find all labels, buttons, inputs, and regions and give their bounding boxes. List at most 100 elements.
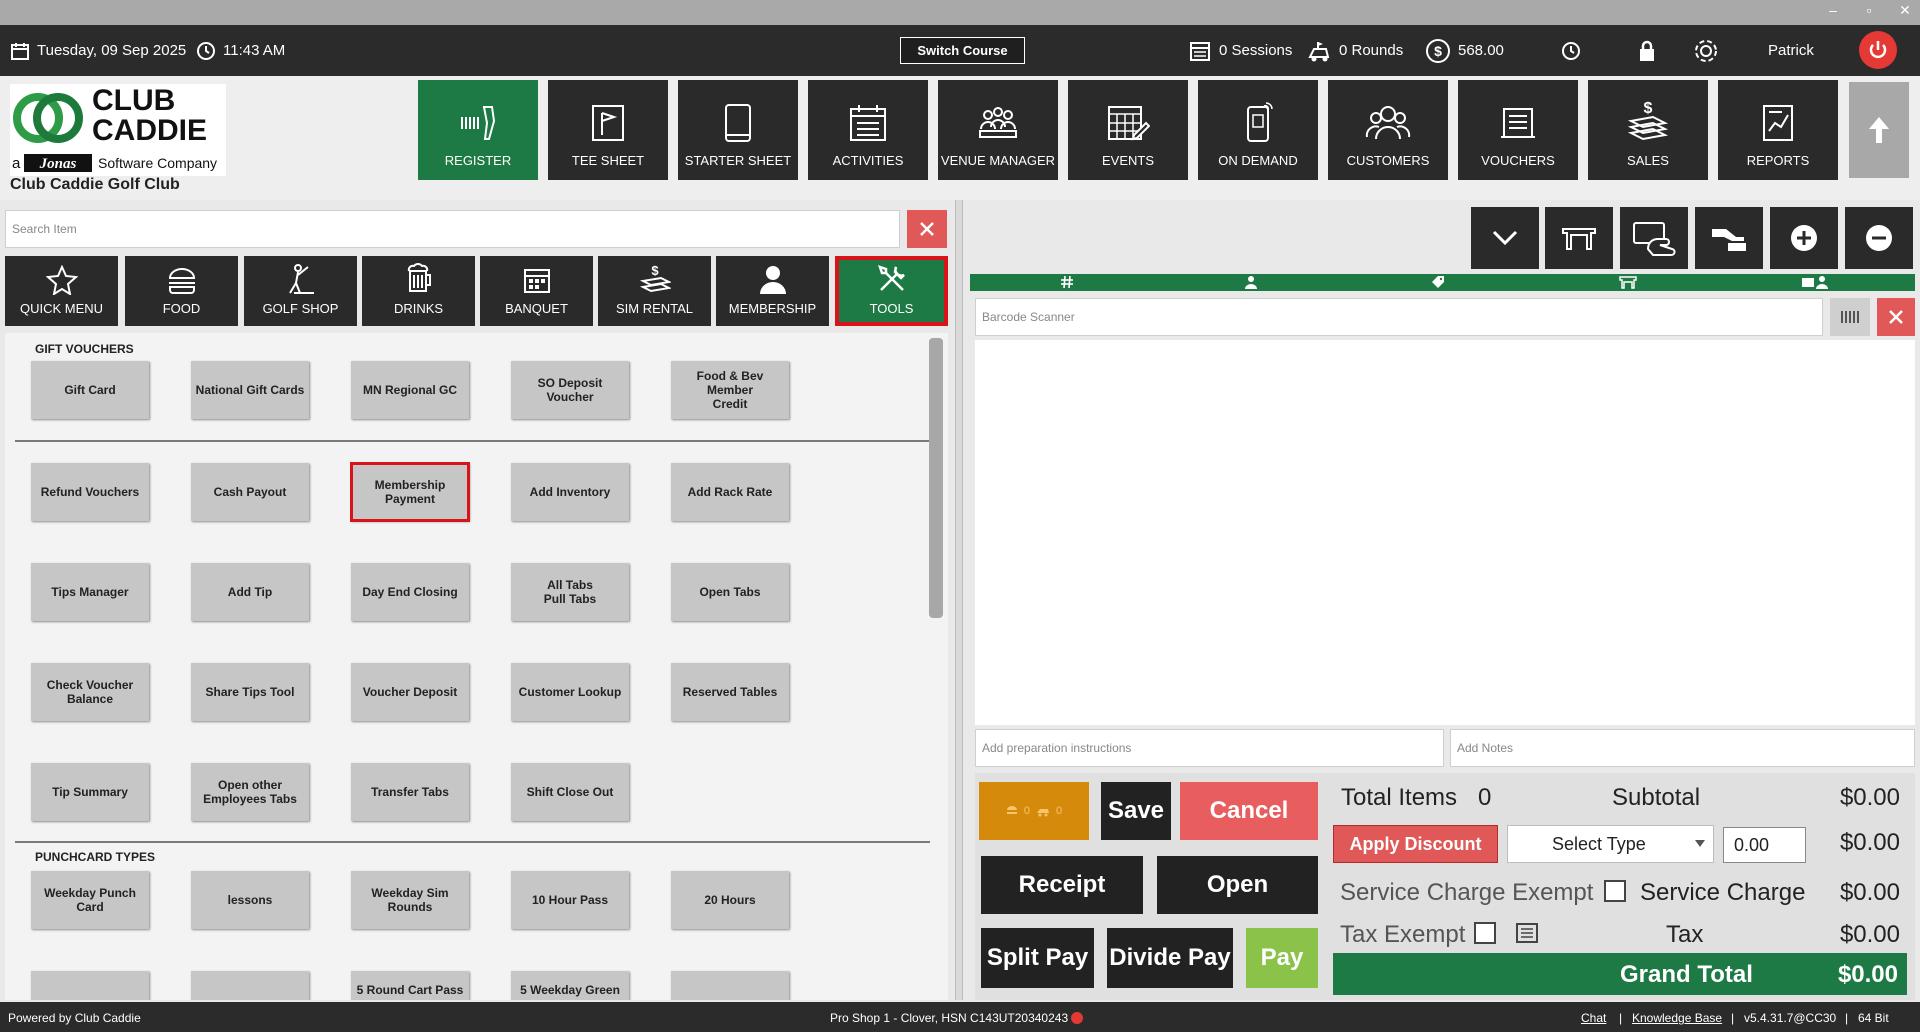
items-scrollbar[interactable] xyxy=(929,338,943,618)
nav-vouchers[interactable]: VOUCHERS xyxy=(1458,80,1578,180)
knowledge-base-link[interactable]: Knowledge Base xyxy=(1632,1011,1722,1025)
hand-pay-button[interactable] xyxy=(1695,207,1763,269)
item-gift-card[interactable]: Gift Card xyxy=(31,361,149,419)
category-membership[interactable]: MEMBERSHIP xyxy=(716,256,829,326)
item-so-deposit-voucher[interactable]: SO Deposit Voucher xyxy=(511,361,629,419)
item-weekday-sim-rounds[interactable]: Weekday Sim Rounds xyxy=(351,871,469,929)
panel-splitter[interactable] xyxy=(955,200,963,1000)
item-mn-regional-gc[interactable]: MN Regional GC xyxy=(351,361,469,419)
item-open-tabs[interactable]: Open Tabs xyxy=(671,563,789,621)
category-food[interactable]: FOOD xyxy=(125,256,238,326)
guest-counter-button[interactable]: 0 0 xyxy=(979,782,1089,840)
notes-input[interactable] xyxy=(1451,730,1914,766)
item-day-end-closing[interactable]: Day End Closing xyxy=(351,563,469,621)
close-icon[interactable]: ✕ xyxy=(1894,2,1916,19)
nav-on-demand[interactable]: ON DEMAND xyxy=(1198,80,1318,180)
restore-icon[interactable]: ▫ xyxy=(1858,2,1880,18)
tax-exempt-checkbox[interactable] xyxy=(1474,922,1496,944)
cancel-button[interactable]: Cancel xyxy=(1180,782,1318,840)
balance-display[interactable]: $ 568.00 xyxy=(1425,25,1504,76)
apply-discount-button[interactable]: Apply Discount xyxy=(1333,825,1498,863)
item-all-tabs-pull-tabs[interactable]: All Tabs Pull Tabs xyxy=(511,563,629,621)
item-check-voucher-balance[interactable]: Check Voucher Balance xyxy=(31,663,149,721)
switch-course-button[interactable]: Switch Course xyxy=(900,37,1025,64)
notes-box[interactable] xyxy=(1450,729,1915,767)
receipt-button[interactable]: Receipt xyxy=(981,856,1143,914)
cart-button[interactable] xyxy=(1545,207,1613,269)
chat-link[interactable]: Chat xyxy=(1581,1011,1606,1025)
category-tools[interactable]: TOOLS xyxy=(835,256,948,326)
tax-document-icon[interactable] xyxy=(1515,922,1539,944)
item-open-other-employees-tabs[interactable]: Open other Employees Tabs xyxy=(191,763,309,821)
item-add-tip[interactable]: Add Tip xyxy=(191,563,309,621)
collapse-button[interactable] xyxy=(1471,207,1539,269)
power-button[interactable] xyxy=(1859,31,1897,69)
nav-events[interactable]: EVENTS xyxy=(1068,80,1188,180)
add-quantity-button[interactable] xyxy=(1770,207,1838,269)
category-golf-shop[interactable]: GOLF SHOP xyxy=(244,256,357,326)
item-weekday-punch-card[interactable]: Weekday Punch Card xyxy=(31,871,149,929)
touch-pay-button[interactable] xyxy=(1620,207,1688,269)
nav-sales[interactable]: $ SALES xyxy=(1588,80,1708,180)
pay-button[interactable]: Pay xyxy=(1246,928,1318,988)
remove-quantity-button[interactable] xyxy=(1845,207,1913,269)
item-search-box[interactable] xyxy=(5,210,900,248)
category-banquet[interactable]: BANQUET xyxy=(480,256,593,326)
category-quick-menu[interactable]: QUICK MENU xyxy=(5,256,118,326)
item-cash-payout[interactable]: Cash Payout xyxy=(191,463,309,521)
item-20-hours[interactable]: 20 Hours xyxy=(671,871,789,929)
item-partial[interactable] xyxy=(671,971,789,1000)
item-5-weekday-green[interactable]: 5 Weekday Green xyxy=(511,971,629,1000)
item-tip-summary[interactable]: Tip Summary xyxy=(31,763,149,821)
item-tips-manager[interactable]: Tips Manager xyxy=(31,563,149,621)
item-reserved-tables[interactable]: Reserved Tables xyxy=(671,663,789,721)
preparation-instructions-input[interactable] xyxy=(976,730,1443,766)
service-charge-exempt-checkbox[interactable] xyxy=(1604,880,1626,902)
barcode-scanner-input[interactable] xyxy=(976,299,1822,335)
user-name[interactable]: Patrick xyxy=(1768,25,1814,76)
rounds-counter[interactable]: 0 Rounds xyxy=(1306,25,1403,76)
item-share-tips-tool[interactable]: Share Tips Tool xyxy=(191,663,309,721)
barcode-scan-button[interactable] xyxy=(1830,298,1870,336)
settings-button[interactable] xyxy=(1692,25,1720,76)
item-partial[interactable] xyxy=(31,971,149,1000)
discount-value-input[interactable]: 0.00 xyxy=(1723,827,1806,863)
item-refund-vouchers[interactable]: Refund Vouchers xyxy=(31,463,149,521)
item-customer-lookup[interactable]: Customer Lookup xyxy=(511,663,629,721)
item-lessons[interactable]: lessons xyxy=(191,871,309,929)
search-input[interactable] xyxy=(6,211,899,247)
nav-activities[interactable]: ACTIVITIES xyxy=(808,80,928,180)
barcode-clear-button[interactable] xyxy=(1877,298,1915,336)
item-food-bev-member-credit[interactable]: Food & Bev Member Credit xyxy=(671,361,789,419)
nav-register[interactable]: REGISTER xyxy=(418,80,538,180)
item-national-gift-cards[interactable]: National Gift Cards xyxy=(191,361,309,419)
nav-tee-sheet[interactable]: TEE SHEET xyxy=(548,80,668,180)
open-button[interactable]: Open xyxy=(1157,856,1318,914)
preparation-instructions-box[interactable] xyxy=(975,729,1444,767)
item-voucher-deposit[interactable]: Voucher Deposit xyxy=(351,663,469,721)
nav-customers[interactable]: CUSTOMERS xyxy=(1328,80,1448,180)
category-drinks[interactable]: DRINKS xyxy=(362,256,475,326)
divide-pay-button[interactable]: Divide Pay xyxy=(1107,928,1233,988)
item-transfer-tabs[interactable]: Transfer Tabs xyxy=(351,763,469,821)
sessions-counter[interactable]: 0 Sessions xyxy=(1188,25,1292,76)
item-shift-close-out[interactable]: Shift Close Out xyxy=(511,763,629,821)
nav-starter-sheet[interactable]: STARTER SHEET xyxy=(678,80,798,180)
minimize-icon[interactable]: – xyxy=(1822,2,1844,18)
item-membership-payment[interactable]: Membership Payment xyxy=(350,462,470,522)
search-clear-button[interactable] xyxy=(907,210,947,248)
item-partial[interactable] xyxy=(191,971,309,1000)
split-pay-button[interactable]: Split Pay xyxy=(981,928,1094,988)
history-button[interactable] xyxy=(1560,25,1582,76)
lock-button[interactable] xyxy=(1636,25,1658,76)
scroll-up-button[interactable] xyxy=(1849,82,1909,178)
item-5-round-cart-pass[interactable]: 5 Round Cart Pass - xyxy=(351,971,469,1000)
barcode-scanner-box[interactable] xyxy=(975,298,1823,336)
item-add-inventory[interactable]: Add Inventory xyxy=(511,463,629,521)
item-10-hour-pass[interactable]: 10 Hour Pass xyxy=(511,871,629,929)
nav-venue-manager[interactable]: VENUE MANAGER xyxy=(938,80,1058,180)
nav-reports[interactable]: REPORTS xyxy=(1718,80,1838,180)
discount-type-select[interactable]: Select Type xyxy=(1507,825,1714,863)
category-sim-rental[interactable]: $ SIM RENTAL xyxy=(598,256,711,326)
item-add-rack-rate[interactable]: Add Rack Rate xyxy=(671,463,789,521)
